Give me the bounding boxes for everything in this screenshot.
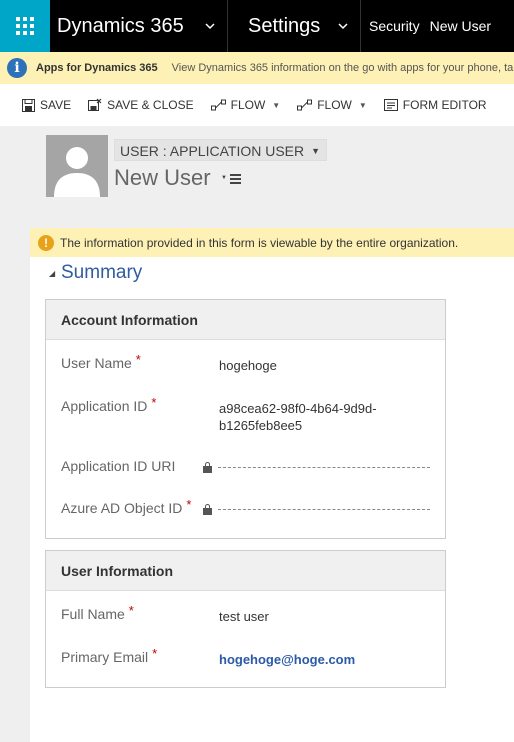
breadcrumb-new-user[interactable]: New User [430,18,491,34]
application-id-label: Application ID * [61,395,157,414]
form-editor-button[interactable]: FORM EDITOR [383,98,487,112]
summary-tab-title[interactable]: Summary [61,262,142,284]
flow-icon [210,99,226,111]
required-marker: * [151,395,157,410]
left-gutter [0,228,30,742]
account-information-section: Account Information User Name * hogehoge … [45,299,446,539]
command-bar: SAVE SAVE & CLOSE FLOW ▼ FLOW ▼ FORM EDI… [0,84,514,126]
save-and-close-button[interactable]: SAVE & CLOSE [88,98,194,112]
save-close-icon [88,98,102,111]
area-switcher[interactable]: Settings [228,0,361,52]
empty-value-placeholder [218,509,430,510]
flow-label: FLOW [230,98,266,112]
save-close-label: SAVE & CLOSE [107,98,194,112]
breadcrumb-security[interactable]: Security [369,18,420,34]
warning-icon: ! [38,234,54,251]
top-nav-bar: Dynamics 365 Settings Security New User [0,0,514,52]
record-title: New User [114,165,211,190]
caret-down-icon: ▼ [272,100,281,110]
waffle-icon [16,17,34,35]
user-name-value[interactable]: hogehoge [219,357,429,374]
flow-label: FLOW [317,98,352,112]
form-notification: ! The information provided in this form … [30,228,514,257]
lock-icon [203,462,212,473]
collapse-triangle-icon[interactable]: ◢ [49,269,55,278]
primary-email-label: Primary Email * [61,646,158,665]
empty-value-placeholder [218,467,430,468]
primary-email-link[interactable]: hogehoge@hoge.com [219,651,429,668]
full-name-value[interactable]: test user [219,608,429,625]
user-avatar[interactable] [46,135,108,197]
section-title: Account Information [46,300,445,340]
flow-button-1[interactable]: FLOW ▼ [210,98,281,112]
user-name-label: User Name * [61,352,141,371]
flow-button-2[interactable]: FLOW ▼ [297,98,367,112]
flow-icon [297,99,313,111]
lock-icon [203,504,212,515]
form-editor-icon [383,99,398,111]
user-information-section: User Information Full Name * test user Pr… [45,550,446,688]
save-button[interactable]: SAVE [22,98,71,112]
apps-bar-title[interactable]: Apps for Dynamics 365 [36,62,158,74]
form-selector-label: USER : APPLICATION USER [120,143,305,159]
breadcrumb: Security New User [361,0,491,52]
caret-down-icon: ▼ [358,100,367,110]
notification-text: The information provided in this form is… [60,235,459,250]
apps-bar-message: View Dynamics 365 information on the go … [171,62,514,74]
required-marker: * [128,603,134,618]
caret-down-icon: ▼ [221,175,227,181]
apps-notification-bar: i Apps for Dynamics 365 View Dynamics 36… [0,52,514,84]
application-id-value[interactable]: a98cea62-98f0-4b64-9d9d-b1265feb8ee5 [219,400,429,434]
info-icon: i [7,58,27,78]
app-switcher[interactable]: Dynamics 365 [50,0,228,52]
caret-down-icon: ▼ [311,146,321,156]
required-marker: * [135,352,141,367]
form-editor-label: FORM EDITOR [402,98,487,112]
chevron-down-icon [338,23,348,30]
person-icon [46,135,108,197]
app-name: Dynamics 365 [57,14,184,37]
hamburger-icon [229,174,241,186]
chevron-down-icon [205,23,215,30]
save-icon [22,98,35,112]
required-marker: * [186,497,192,512]
application-id-uri-label: Application ID URI [61,458,176,474]
full-name-label: Full Name * [61,603,134,622]
record-menu-button[interactable]: ▼ [221,174,241,186]
app-launcher-button[interactable] [0,0,50,52]
azure-ad-object-id-label: Azure AD Object ID * [61,497,192,516]
section-title: User Information [46,551,445,591]
area-name: Settings [248,14,321,37]
required-marker: * [152,646,158,661]
form-selector[interactable]: USER : APPLICATION USER ▼ [114,139,328,161]
save-label: SAVE [40,98,72,112]
